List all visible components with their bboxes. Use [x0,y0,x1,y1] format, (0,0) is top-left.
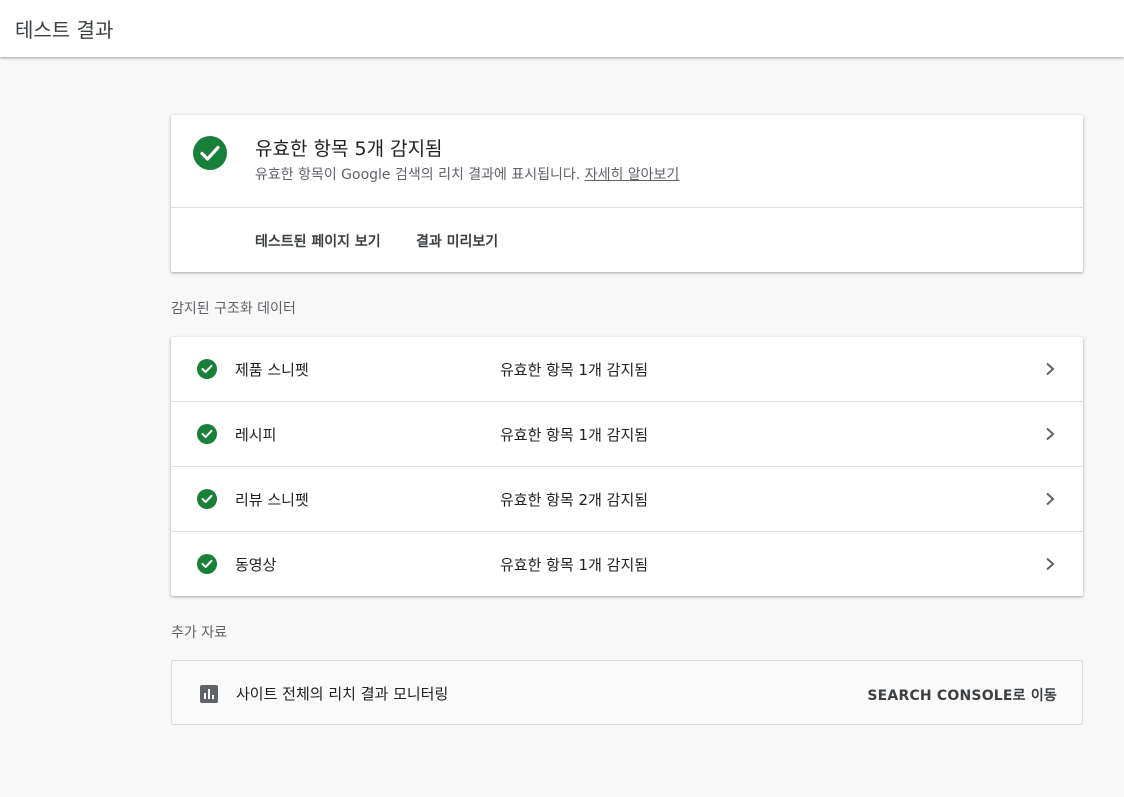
summary-actions: 테스트된 페이지 보기 결과 미리보기 [171,208,1083,271]
learn-more-link[interactable]: 자세히 알아보기 [585,167,680,183]
bar-chart-icon [200,685,218,703]
preview-results-button[interactable]: 결과 미리보기 [416,231,498,251]
chevron-right-icon [1046,362,1055,376]
item-name: 레시피 [235,426,277,444]
item-status: 유효한 항목 1개 감지됨 [500,426,649,444]
summary-subtitle-text: 유효한 항목이 Google 검색의 리치 결과에 표시됩니다. [255,167,585,183]
app-header: 테스트 결과 [0,0,1124,57]
go-to-search-console-button[interactable]: SEARCH CONSOLE로 이동 [867,685,1057,705]
item-status: 유효한 항목 1개 감지됨 [500,361,649,379]
item-status: 유효한 항목 1개 감지됨 [500,556,649,574]
valid-check-icon [197,489,217,509]
list-item-product-snippet[interactable]: 제품 스니펫 유효한 항목 1개 감지됨 [171,337,1083,402]
list-item-review-snippet[interactable]: 리뷰 스니펫 유효한 항목 2개 감지됨 [171,467,1083,532]
resource-label: 사이트 전체의 리치 결과 모니터링 [236,685,449,703]
valid-check-icon [197,554,217,574]
page-title: 테스트 결과 [15,18,114,42]
chevron-right-icon [1046,557,1055,571]
summary-header: 유효한 항목 5개 감지됨 유효한 항목이 Google 검색의 리치 결과에 … [171,115,1083,208]
chevron-right-icon [1046,427,1055,441]
detected-items-list: 제품 스니펫 유효한 항목 1개 감지됨 레시피 유효한 항목 1개 감지됨 리… [171,337,1083,596]
valid-check-icon [193,136,227,170]
resources-section-label: 추가 자료 [171,625,227,641]
item-name: 리뷰 스니펫 [235,491,309,509]
resource-card: 사이트 전체의 리치 결과 모니터링 SEARCH CONSOLE로 이동 [171,660,1083,725]
valid-check-icon [197,359,217,379]
detected-section-label: 감지된 구조화 데이터 [171,301,296,317]
summary-title: 유효한 항목 5개 감지됨 [255,138,443,160]
list-item-video[interactable]: 동영상 유효한 항목 1개 감지됨 [171,532,1083,597]
chevron-right-icon [1046,492,1055,506]
summary-subtitle: 유효한 항목이 Google 검색의 리치 결과에 표시됩니다. 자세히 알아보… [255,164,679,184]
item-status: 유효한 항목 2개 감지됨 [500,491,649,509]
valid-check-icon [197,424,217,444]
summary-card: 유효한 항목 5개 감지됨 유효한 항목이 Google 검색의 리치 결과에 … [171,115,1083,272]
list-item-recipe[interactable]: 레시피 유효한 항목 1개 감지됨 [171,402,1083,467]
item-name: 동영상 [235,556,277,574]
item-name: 제품 스니펫 [235,361,309,379]
view-tested-page-button[interactable]: 테스트된 페이지 보기 [255,231,381,251]
